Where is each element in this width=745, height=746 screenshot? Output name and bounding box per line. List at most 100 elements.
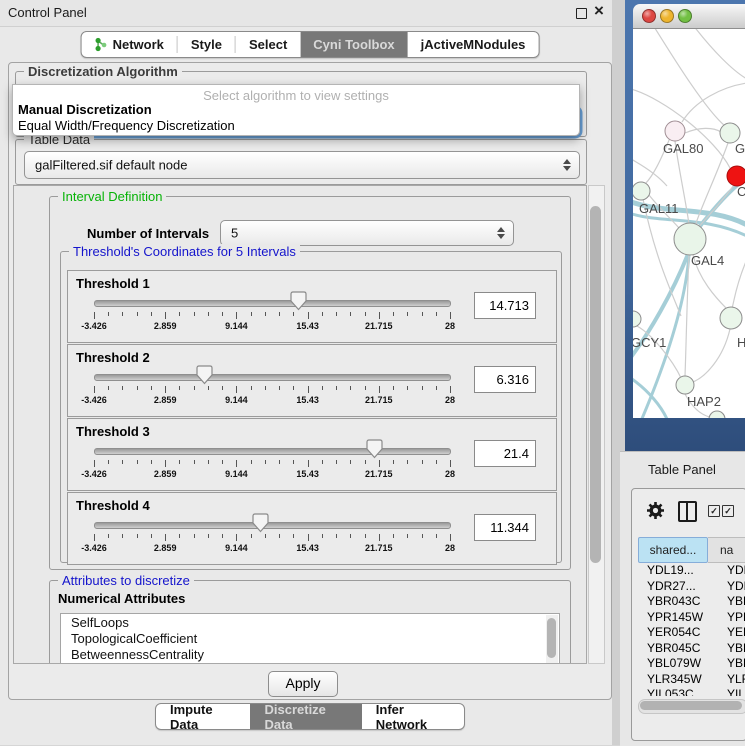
slider-tick-label: 9.144: [225, 469, 248, 479]
list-scrollbar[interactable]: [546, 615, 558, 664]
list-scrollbar-thumb[interactable]: [547, 618, 556, 658]
table-row[interactable]: YLR345WYLR3: [638, 672, 745, 688]
float-window-icon[interactable]: [576, 8, 587, 19]
slider-tick-label: 9.144: [225, 395, 248, 405]
slider-tick-label: -3.426: [81, 543, 107, 553]
tab-label: Select: [249, 37, 287, 52]
table-row[interactable]: YBR043CYBR0: [638, 594, 745, 610]
cell-shared-name: YBR043C: [638, 594, 715, 610]
minimize-traffic-light[interactable]: [660, 9, 674, 23]
tab-impute-data[interactable]: Impute Data: [156, 704, 250, 729]
threshold-slider-track[interactable]: [94, 374, 451, 381]
threshold-panel: Threshold 3-3.4262.8599.14415.4321.71528…: [67, 418, 557, 491]
split-columns-icon[interactable]: [678, 501, 697, 522]
threshold-panel: Threshold 1-3.4262.8599.14415.4321.71528…: [67, 270, 557, 343]
network-edge[interactable]: [682, 83, 745, 122]
tab-label: Discretize Data: [264, 703, 347, 730]
threshold-slider-thumb[interactable]: [196, 365, 213, 385]
threshold-slider-thumb[interactable]: [366, 439, 383, 459]
network-edge[interactable]: [633, 377, 669, 418]
checkbox-icon[interactable]: ✓: [722, 505, 734, 517]
table-hscrollbar-thumb[interactable]: [640, 701, 742, 710]
threshold-value-field[interactable]: 6.316: [474, 366, 536, 393]
table-row[interactable]: YPR145WYPR1: [638, 610, 745, 626]
tab-infer-network[interactable]: Infer Network: [362, 704, 464, 729]
threshold-slider-thumb[interactable]: [290, 291, 307, 311]
tab-jactivemnodules[interactable]: jActiveMNodules: [408, 32, 539, 57]
attribute-list-item[interactable]: SelfLoops: [61, 614, 559, 630]
network-node[interactable]: [720, 123, 740, 143]
algorithm-option-equal-width[interactable]: Equal Width/Frequency Discretization: [18, 118, 235, 133]
tab-style[interactable]: Style: [178, 32, 235, 57]
thresholds-group-title: Threshold's Coordinates for 5 Intervals: [69, 244, 300, 259]
slider-tick-label: -3.426: [81, 469, 107, 479]
threshold-slider-track[interactable]: [94, 522, 451, 529]
cell-name: YBR0: [715, 594, 745, 610]
attribute-list-item[interactable]: BetweennessCentrality: [61, 646, 559, 662]
network-node[interactable]: [727, 166, 745, 186]
tab-discretize-data[interactable]: Discretize Data: [250, 704, 361, 729]
network-edge[interactable]: [732, 259, 745, 308]
tab-label: jActiveMNodules: [421, 37, 526, 52]
tab-network[interactable]: Network: [82, 32, 177, 57]
combo-stepper-icon: [563, 159, 571, 171]
threshold-slider-track[interactable]: [94, 448, 451, 455]
attribute-list-item[interactable]: TopologicalCoefficient: [61, 630, 559, 646]
close-icon[interactable]: ×: [594, 1, 604, 21]
column-header-shared-name[interactable]: shared...: [638, 537, 708, 563]
table-hscrollbar[interactable]: [638, 699, 745, 714]
network-node[interactable]: [709, 411, 725, 418]
network-view[interactable]: GAL80GACGAL11GAL4GCY1HHAP2: [633, 29, 745, 418]
network-edge[interactable]: [693, 329, 730, 382]
close-traffic-light[interactable]: [642, 9, 656, 23]
network-node[interactable]: [665, 121, 685, 141]
network-edge[interactable]: [653, 29, 725, 126]
network-edge[interactable]: [633, 159, 667, 186]
threshold-slider-track[interactable]: [94, 300, 451, 307]
threshold-label: Threshold 3: [76, 424, 150, 439]
apply-button[interactable]: Apply: [268, 671, 338, 697]
network-node[interactable]: [633, 182, 650, 200]
network-node[interactable]: [720, 307, 742, 329]
network-node[interactable]: [676, 376, 694, 394]
tab-label: Network: [113, 37, 164, 52]
network-window-titlebar: [633, 4, 745, 29]
slider-ticks: [94, 460, 450, 468]
column-header-name[interactable]: na: [708, 537, 745, 563]
network-node-label: C: [737, 184, 745, 199]
threshold-value-field[interactable]: 21.4: [474, 440, 536, 467]
slider-tick-label: 15.43: [296, 543, 319, 553]
tab-select[interactable]: Select: [236, 32, 300, 57]
slider-tick-label: 2.859: [154, 543, 177, 553]
threshold-slider-thumb[interactable]: [252, 513, 269, 533]
network-node[interactable]: [633, 311, 641, 327]
cell-shared-name: YLR345W: [638, 672, 715, 688]
table-row[interactable]: YER054CYER0: [638, 625, 745, 641]
cell-shared-name: YDL19...: [638, 563, 715, 579]
threshold-value-field[interactable]: 11.344: [474, 514, 536, 541]
table-row[interactable]: YDR27...YDR2: [638, 579, 745, 595]
checkbox-icon[interactable]: ✓: [708, 505, 720, 517]
table-data-combobox[interactable]: galFiltered.sif default node: [24, 151, 580, 179]
table-row[interactable]: YDL19...YDL1: [638, 563, 745, 579]
algorithm-option-manual[interactable]: Manual Discretization: [18, 102, 152, 117]
network-node[interactable]: [674, 223, 706, 255]
zoom-traffic-light[interactable]: [678, 9, 692, 23]
threshold-value-field[interactable]: 14.713: [474, 292, 536, 319]
slider-tick-label: 9.144: [225, 321, 248, 331]
attributes-group: Attributes to discretize Numerical Attri…: [49, 580, 571, 664]
network-edge[interactable]: [698, 185, 734, 228]
table-row[interactable]: YBL079WYBL0: [638, 656, 745, 672]
tab-label: Impute Data: [170, 703, 236, 730]
cell-name: YBL0: [715, 656, 745, 672]
network-edge[interactable]: [685, 128, 721, 133]
network-edge[interactable]: [693, 29, 745, 79]
table-row[interactable]: YIL053CYIL0: [638, 687, 745, 696]
main-scrollbar-thumb[interactable]: [590, 206, 601, 563]
gear-icon[interactable]: [646, 501, 665, 520]
main-scrollbar[interactable]: [588, 185, 605, 664]
network-node-label: GAL80: [663, 141, 703, 156]
number-of-intervals-combobox[interactable]: 5: [220, 220, 514, 246]
tab-cyni-toolbox[interactable]: Cyni Toolbox: [300, 32, 407, 57]
table-row[interactable]: YBR045CYBR0: [638, 641, 745, 657]
